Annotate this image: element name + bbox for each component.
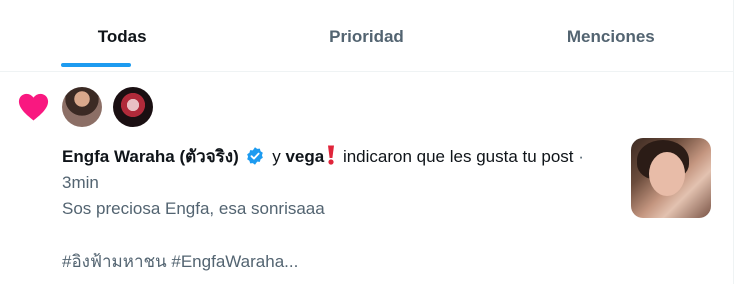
active-tab-indicator: [61, 63, 131, 67]
red-exclamation-icon: [328, 145, 335, 165]
post-text: Sos preciosa Engfa, esa sonrisaaa: [62, 199, 325, 218]
notification-text: Engfa Waraha (ตัวจริง) y vega indicaron …: [62, 144, 622, 196]
verified-badge-icon: [247, 147, 264, 165]
separator: ·: [578, 147, 584, 166]
avatar-engfa[interactable]: [62, 87, 102, 127]
tab-todas[interactable]: Todas: [0, 0, 244, 71]
conjunction: y: [272, 147, 281, 166]
column-border: [733, 0, 734, 284]
tab-menciones-label: Menciones: [566, 27, 655, 46]
timestamp[interactable]: 3min: [62, 173, 99, 192]
notification-tabs: Todas Prioridad Menciones: [0, 0, 733, 72]
heart-icon: [18, 93, 49, 121]
tab-todas-label: Todas: [97, 27, 147, 46]
user-name-engfa[interactable]: Engfa Waraha (ตัวจริง): [62, 147, 239, 166]
user-name-vega[interactable]: vega: [285, 147, 324, 166]
thumbnail-face: [649, 152, 685, 196]
post-hashtags: #อิงฟ้ามหาชน #EngfaWaraha...: [62, 252, 299, 271]
tab-prioridad-label: Prioridad: [329, 27, 404, 46]
tab-prioridad[interactable]: Prioridad: [244, 0, 488, 71]
like-notification[interactable]: Engfa Waraha (ตัวจริง) y vega indicaron …: [0, 72, 733, 284]
avatar-vega[interactable]: [113, 87, 153, 127]
action-text: indicaron que les gusta tu post: [342, 147, 574, 166]
post-thumbnail[interactable]: [631, 138, 711, 218]
tab-menciones[interactable]: Menciones: [489, 0, 733, 71]
